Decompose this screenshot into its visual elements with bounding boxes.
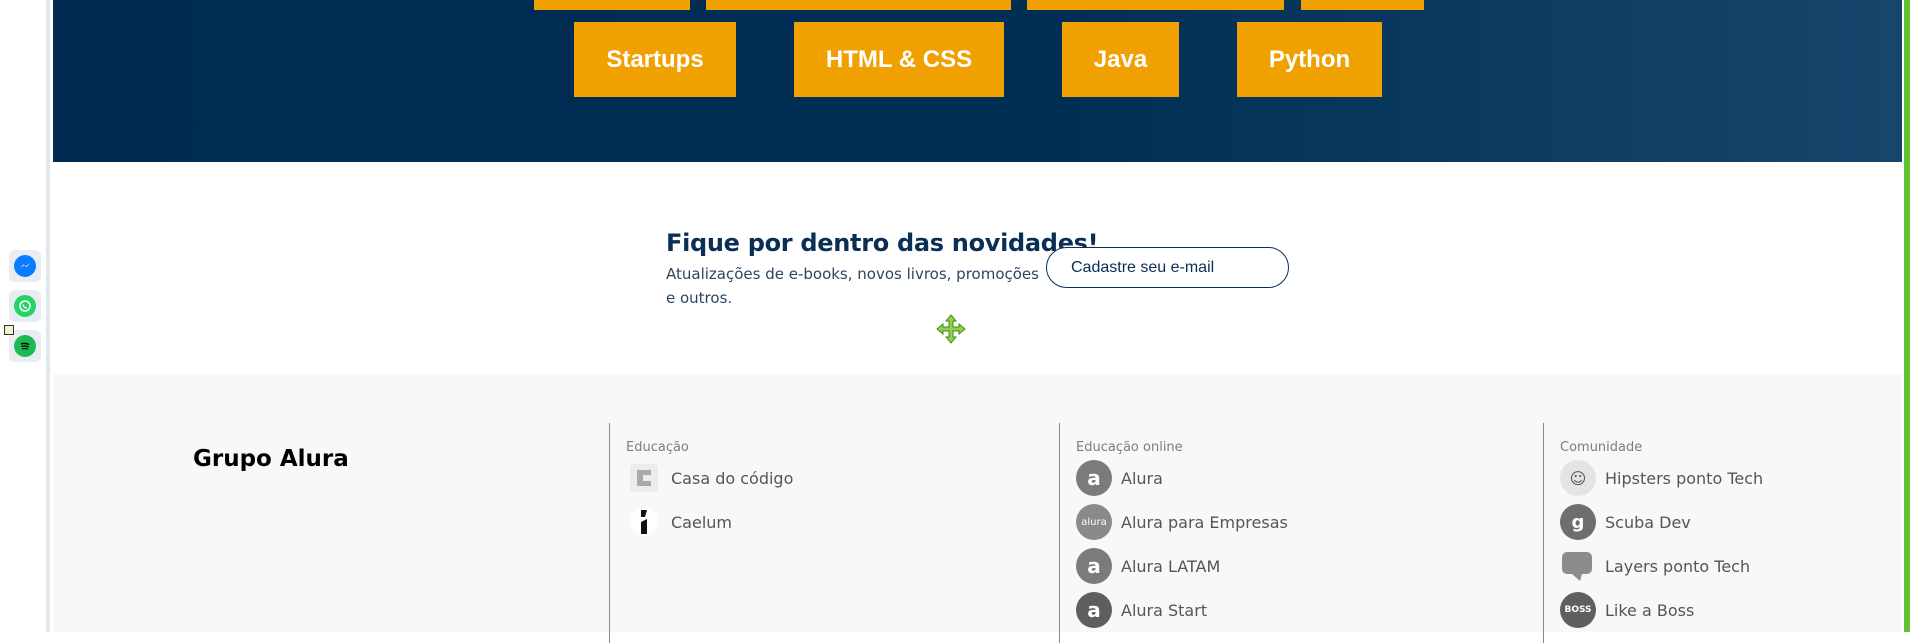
footer-link-layers[interactable]: Layers ponto Tech	[1560, 548, 1750, 584]
email-field[interactable]: Cadastre seu e-mail	[1046, 247, 1289, 288]
move-icon[interactable]	[936, 314, 966, 344]
footer-link-alura-para-empresas[interactable]: alura Alura para Empresas	[1076, 504, 1288, 540]
caelum-logo-icon	[630, 508, 658, 536]
footer-column-comunidade: Comunidade ☺ Hipsters ponto Tech g Scuba…	[1543, 423, 1763, 643]
categories-section: Startups HTML & CSS Java Python	[53, 0, 1902, 162]
alura-empresas-logo-icon: alura	[1076, 504, 1112, 540]
footer-brand: Grupo Alura	[193, 446, 349, 472]
footer-link-casa-do-codigo[interactable]: Casa do código	[626, 460, 793, 496]
selection-edge	[1904, 0, 1910, 632]
footer-link-label: Layers ponto Tech	[1605, 556, 1751, 576]
footer-link-caelum[interactable]: Caelum	[626, 504, 732, 540]
footer-column-educacao-online: Educação online a Alura alura Alura para…	[1059, 423, 1288, 643]
newsletter-description: Atualizações de e-books, novos livros, p…	[666, 265, 1039, 307]
alura-logo-icon: a	[1076, 460, 1112, 496]
column-title: Educação online	[1076, 440, 1183, 455]
footer-link-scuba-dev[interactable]: g Scuba Dev	[1560, 504, 1691, 540]
footer-link-alura-start[interactable]: a Alura Start	[1076, 592, 1207, 628]
category-button-html-css[interactable]: HTML & CSS	[794, 22, 1004, 97]
column-title: Educação	[626, 440, 689, 455]
footer-link-alura-latam[interactable]: a Alura LATAM	[1076, 548, 1220, 584]
scuba-dev-logo-icon: g	[1560, 504, 1596, 540]
resize-handle-left[interactable]	[4, 325, 14, 335]
hipsters-logo-icon: ☺	[1560, 460, 1596, 496]
side-toolbar	[0, 0, 50, 632]
newsletter-title: Fique por dentro das novidades!	[666, 229, 1099, 257]
footer-link-label: Alura	[1121, 468, 1163, 488]
whatsapp-icon[interactable]	[9, 290, 41, 322]
category-button-partial[interactable]	[706, 0, 1011, 10]
category-button-startups[interactable]: Startups	[574, 22, 736, 97]
footer-link-label: Casa do código	[671, 468, 794, 488]
footer-link-label: Like a Boss	[1605, 600, 1695, 620]
footer-link-hipsters[interactable]: ☺ Hipsters ponto Tech	[1560, 460, 1763, 496]
footer-link-label: Caelum	[671, 512, 732, 532]
footer-link-label: Hipsters ponto Tech	[1605, 468, 1764, 488]
footer-link-label: Alura LATAM	[1121, 556, 1221, 576]
like-a-boss-logo-icon: BOSS	[1560, 592, 1596, 628]
footer-link-like-a-boss[interactable]: BOSS Like a Boss	[1560, 592, 1694, 628]
layers-logo-icon	[1560, 548, 1596, 584]
footer-link-label: Scuba Dev	[1605, 512, 1691, 532]
category-button-partial[interactable]	[534, 0, 690, 10]
casa-do-codigo-logo-icon	[630, 464, 658, 492]
newsletter-section: Fique por dentro das novidades! Atualiza…	[53, 162, 1902, 374]
footer-link-label: Alura para Empresas	[1121, 512, 1288, 532]
alura-start-logo-icon: a	[1076, 592, 1112, 628]
messenger-icon[interactable]	[9, 250, 41, 282]
footer-link-label: Alura Start	[1121, 600, 1208, 620]
footer: Grupo Alura Educação Casa do código Cael…	[53, 374, 1902, 643]
category-button-partial[interactable]	[1301, 0, 1424, 10]
category-button-python[interactable]: Python	[1237, 22, 1382, 97]
footer-link-alura[interactable]: a Alura	[1076, 460, 1163, 496]
alura-latam-logo-icon: a	[1076, 548, 1112, 584]
category-button-java[interactable]: Java	[1062, 22, 1179, 97]
category-button-partial[interactable]	[1027, 0, 1284, 10]
column-title: Comunidade	[1560, 440, 1643, 455]
footer-column-educacao: Educação Casa do código Caelum	[609, 423, 793, 643]
